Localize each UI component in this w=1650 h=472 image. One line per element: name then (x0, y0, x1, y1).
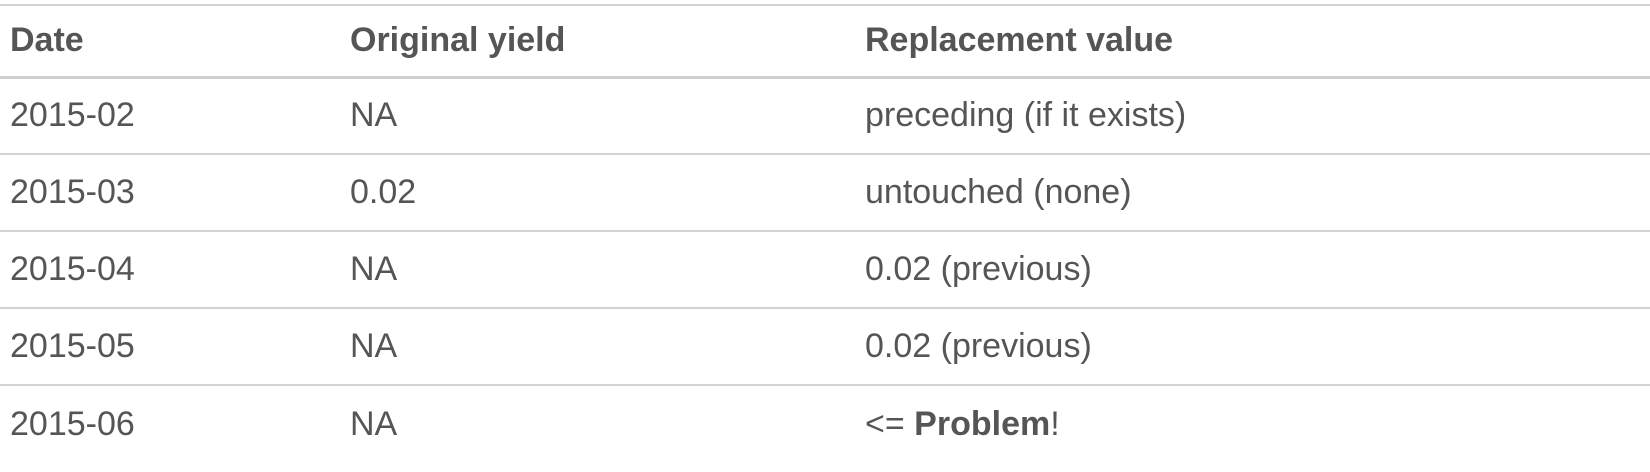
cell-original-yield: 0.02 (340, 154, 855, 232)
table-body: 2015-02 NA preceding (if it exists) 2015… (0, 77, 1650, 462)
cell-original-yield: NA (340, 308, 855, 386)
table-row: 2015-02 NA preceding (if it exists) (0, 77, 1650, 155)
table-row: 2015-04 NA 0.02 (previous) (0, 231, 1650, 309)
data-table: Date Original yield Replacement value 20… (0, 5, 1650, 462)
cell-date: 2015-04 (0, 231, 340, 309)
cell-replacement-value: 0.02 (previous) (855, 308, 1650, 386)
cell-date: 2015-02 (0, 77, 340, 155)
table-row: 2015-06 NA <= Problem! (0, 385, 1650, 462)
table-header: Date Original yield Replacement value (0, 5, 1650, 79)
header-replacement-value: Replacement value (855, 5, 1650, 79)
cell-replacement-value: 0.02 (previous) (855, 231, 1650, 309)
table-row: 2015-05 NA 0.02 (previous) (0, 308, 1650, 386)
problem-emphasis: Problem (914, 404, 1051, 443)
table-row: 2015-03 0.02 untouched (none) (0, 154, 1650, 232)
header-date: Date (0, 5, 340, 79)
header-row: Date Original yield Replacement value (0, 5, 1650, 79)
replacement-prefix: <= (865, 404, 915, 443)
replacement-suffix: ! (1050, 404, 1060, 443)
cell-replacement-value: untouched (none) (855, 154, 1650, 232)
cell-original-yield: NA (340, 77, 855, 155)
cell-replacement-value: <= Problem! (855, 385, 1650, 462)
cell-date: 2015-03 (0, 154, 340, 232)
cell-original-yield: NA (350, 404, 398, 443)
cell-date: 2015-05 (0, 308, 340, 386)
cell-original-yield: NA (340, 231, 855, 309)
cell-replacement-value: preceding (if it exists) (855, 77, 1650, 155)
header-original-yield: Original yield (340, 5, 855, 79)
cell-date: 2015-06 (10, 404, 135, 443)
